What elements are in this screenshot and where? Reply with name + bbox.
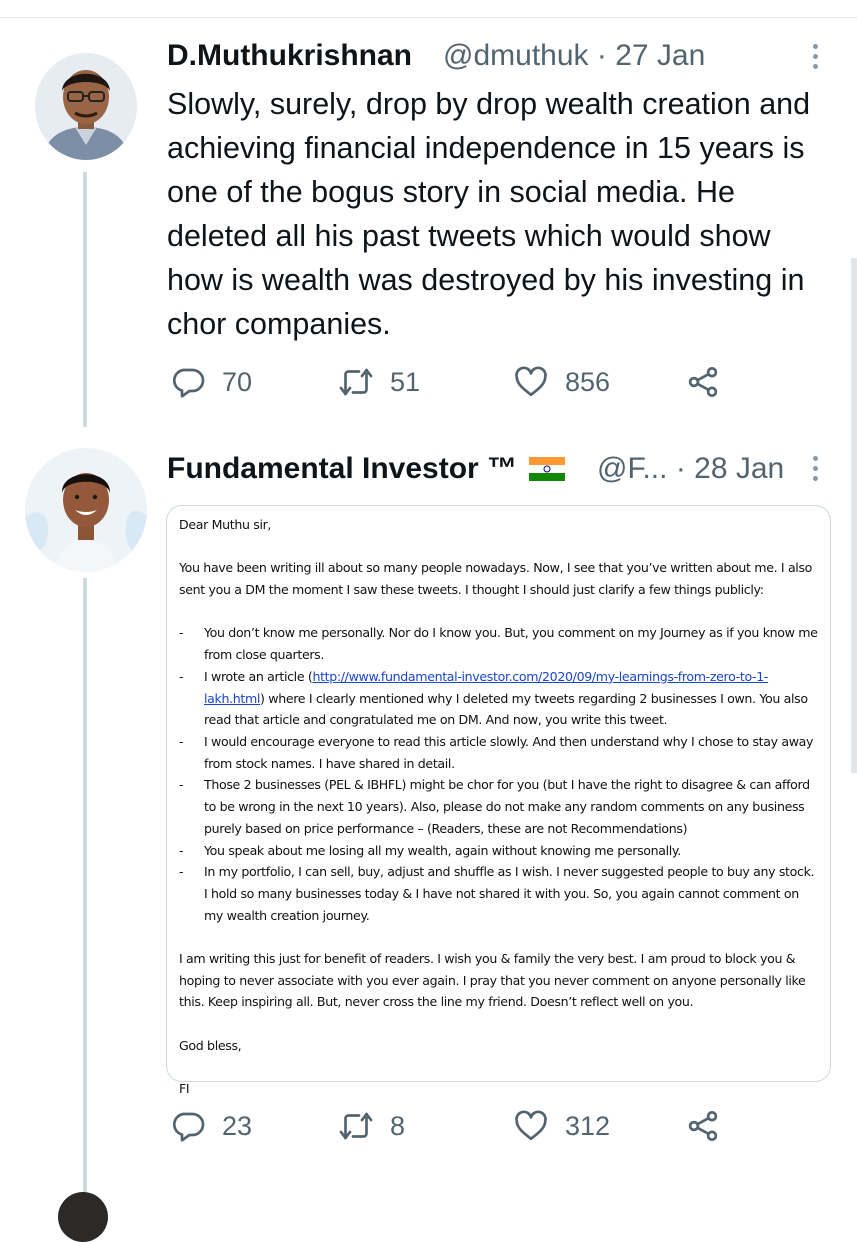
scrollbar-track[interactable] [851,258,857,773]
like-count: 856 [565,366,611,397]
thread-line [83,578,87,1200]
like-icon [515,1110,547,1141]
display-name[interactable]: D.Muthukrishnan [167,39,412,73]
tweet-meta: @dmuthuk · 27 Jan [443,39,705,73]
letter-signoff: God bless, [179,1037,242,1053]
more-icon[interactable] [810,456,820,486]
separator-dot: · [675,452,686,485]
retweet-count: 51 [390,366,421,397]
attached-image[interactable]: Dear Muthu sir, You have been writing il… [166,505,831,1096]
reply-icon [172,368,205,398]
tweet-actions: 70 51 856 [170,362,730,402]
retweet-button[interactable]: 51 [338,362,420,402]
retweet-count: 8 [390,1110,406,1141]
avatar[interactable] [25,448,147,572]
more-icon[interactable] [810,44,820,74]
thread-line [83,172,87,427]
tweet-actions: 23 8 312 [170,1106,730,1146]
list-item: -I wrote an article (http://www.fundamen… [179,668,808,728]
display-name[interactable]: Fundamental Investor ™ [167,452,569,486]
reply-button[interactable]: 23 [170,1106,252,1146]
user-handle[interactable]: @dmuthuk [443,39,589,72]
separator-dot: · [596,39,607,72]
list-item: - You don’t know me personally. Nor do I … [179,625,818,663]
letter-signature: FI [179,1081,190,1097]
letter-greeting: Dear Muthu sir, [179,517,272,532]
india-flag-icon [529,457,566,481]
list-item: - You speak about me losing all my wealth… [179,842,681,858]
list-item: - Those 2 businesses (PEL & IBHFL) might … [179,777,810,836]
retweet-icon [339,1112,373,1140]
reply-button[interactable]: 70 [170,362,252,402]
like-icon [515,366,547,397]
user-handle[interactable]: @F... [597,452,667,485]
list-item: - In my portfolio, I can sell, buy, adjus… [179,864,815,923]
avatar-photo-icon [25,448,147,572]
avatar-photo-icon [35,53,137,160]
share-button[interactable] [685,362,721,402]
letter-intro: You have been writing ill about so many … [179,560,813,598]
letter-text: Dear Muthu sir, You have been writing il… [179,514,819,1100]
share-button[interactable] [685,1106,721,1146]
avatar[interactable] [35,53,137,160]
like-button[interactable]: 312 [513,1106,610,1146]
list-item: -I would encourage everyone to read this… [179,734,814,771]
top-divider [0,17,857,18]
like-count: 312 [565,1110,611,1141]
reply-count: 70 [222,366,253,397]
tweet-date[interactable]: 27 Jan [615,39,705,72]
share-icon [688,1111,718,1141]
tweet-meta: @F... · 28 Jan [597,452,784,486]
like-button[interactable]: 856 [513,362,610,402]
reply-count: 23 [222,1110,253,1141]
letter-closing: I am writing this just for benefit of re… [179,951,806,1010]
tweet-text: Slowly, surely, drop by drop wealth crea… [167,87,811,341]
retweet-icon [339,368,373,396]
reply-icon [172,1112,205,1142]
display-name-text: Fundamental Investor ™ [167,452,518,485]
retweet-button[interactable]: 8 [338,1106,405,1146]
share-icon [688,367,718,397]
tweet-date[interactable]: 28 Jan [694,452,784,485]
